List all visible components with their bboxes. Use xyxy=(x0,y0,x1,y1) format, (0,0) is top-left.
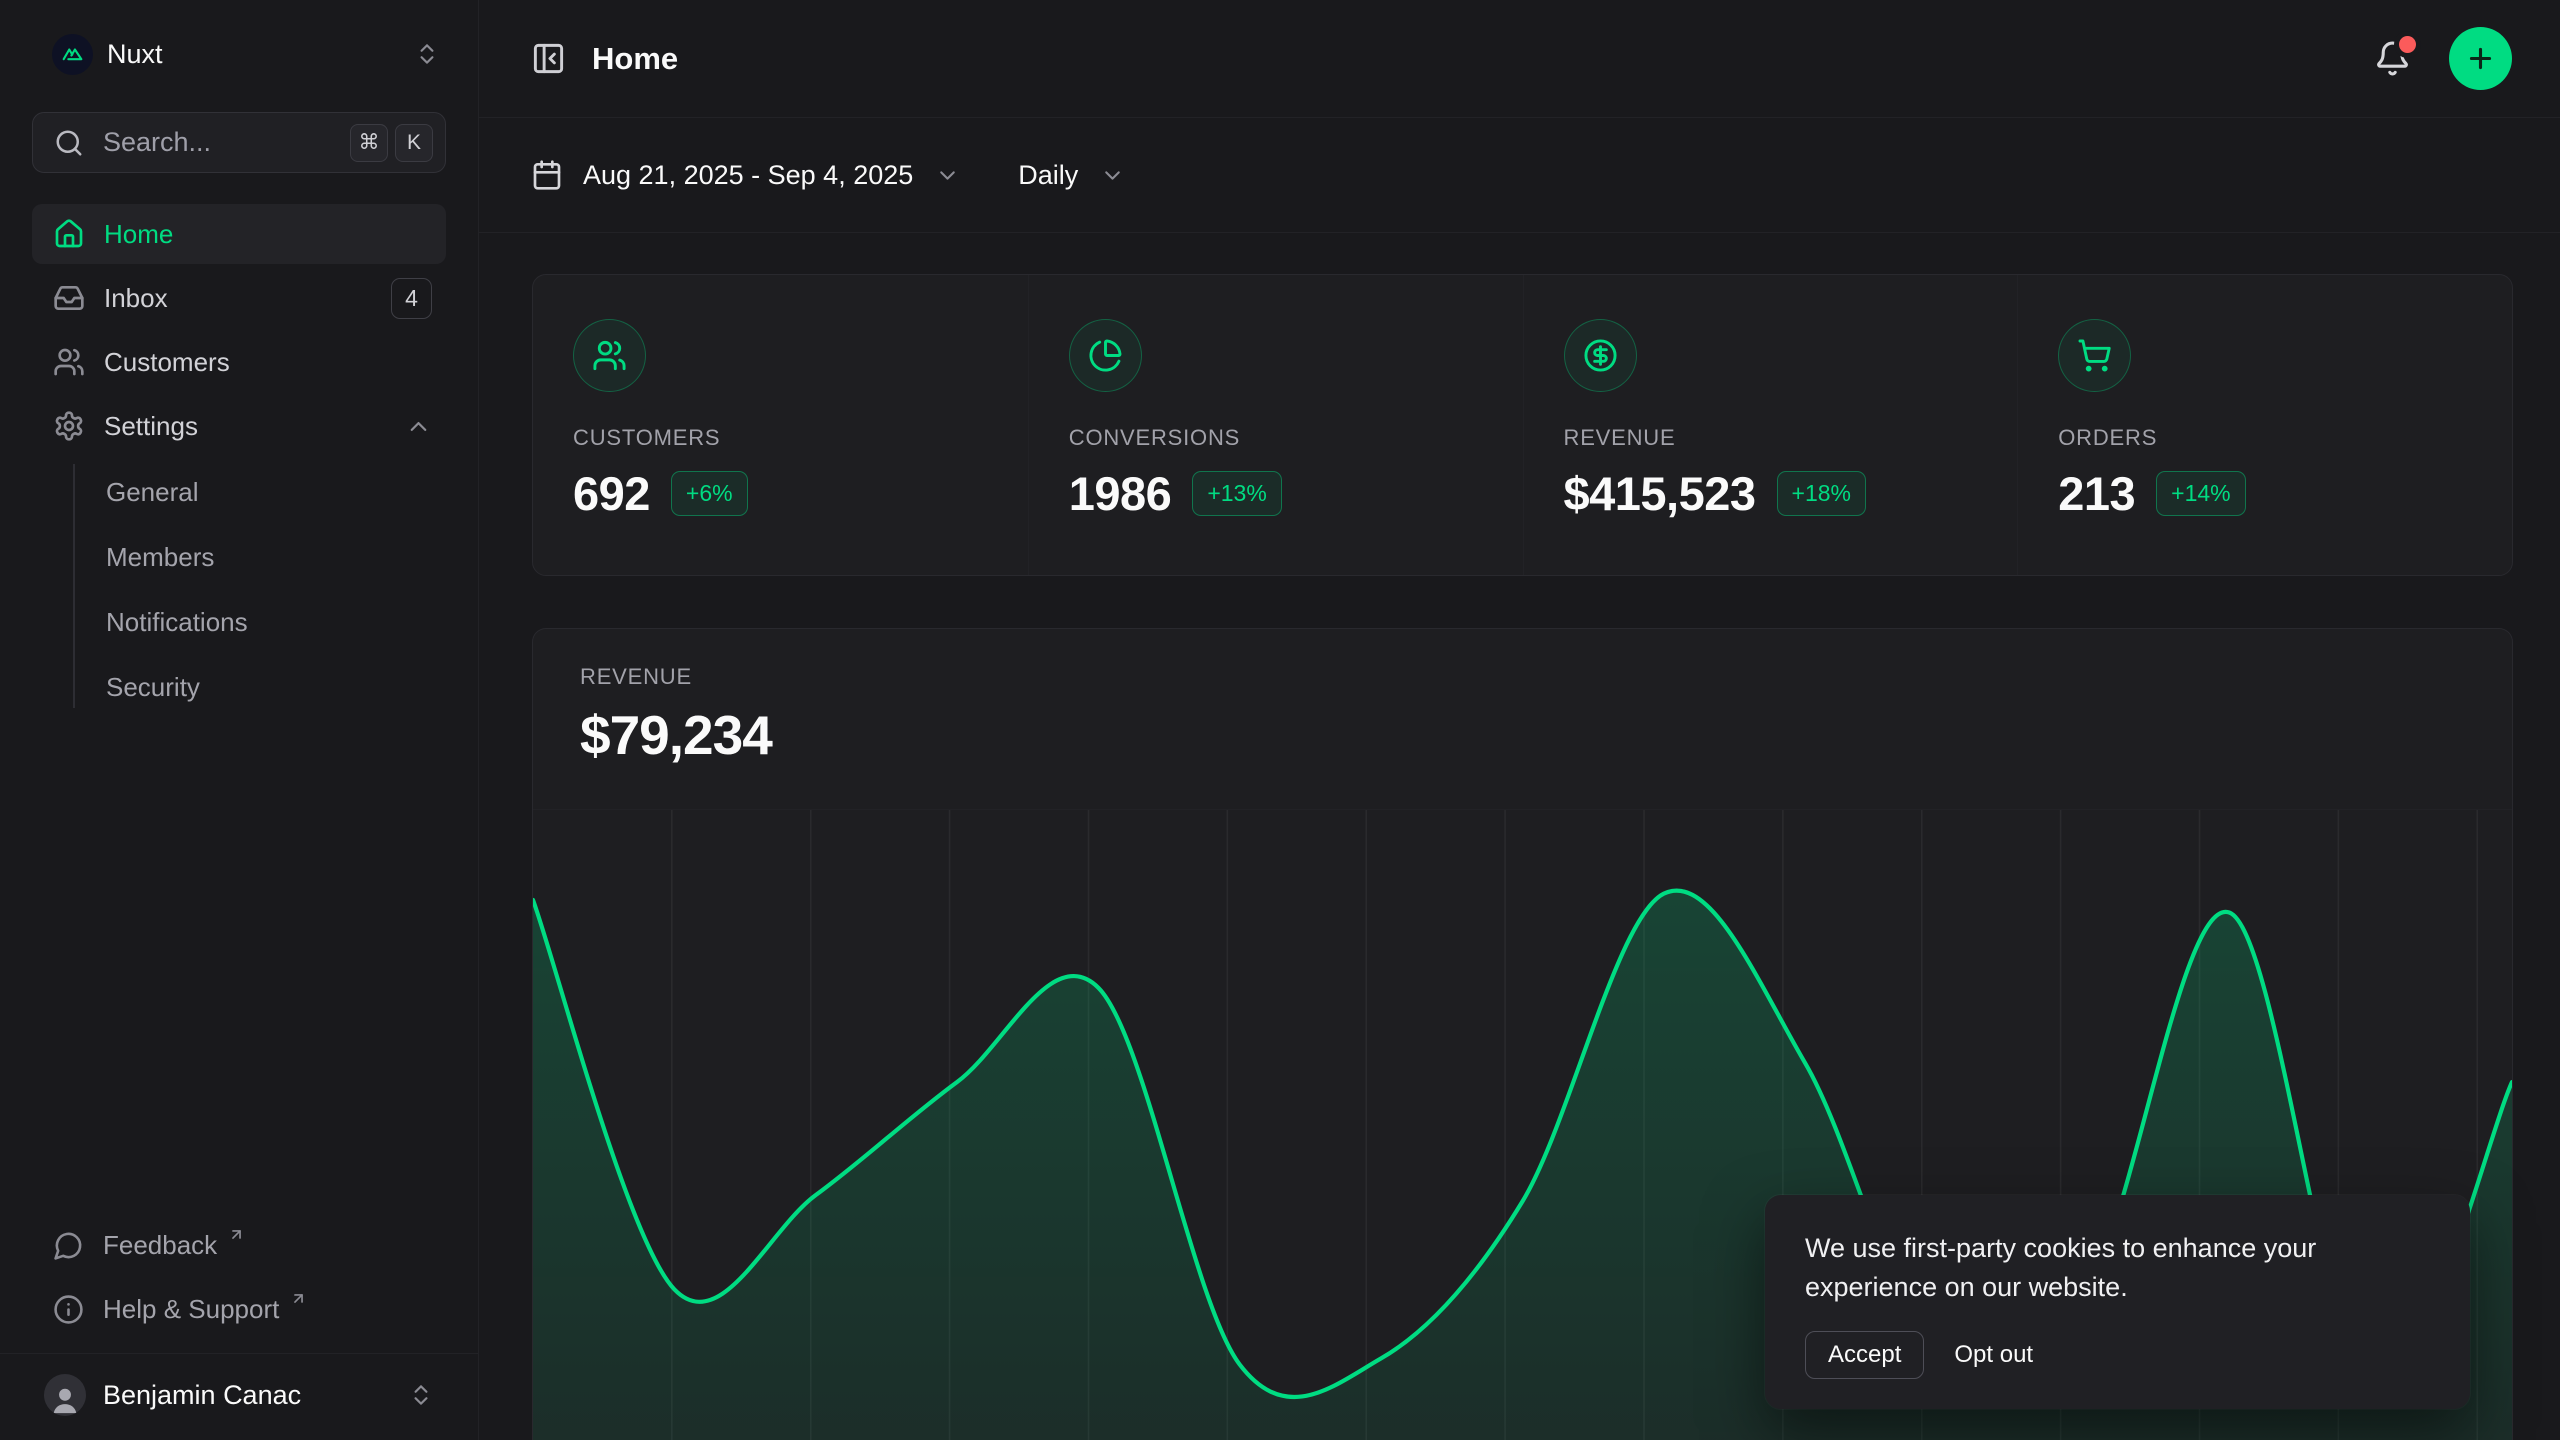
header-actions xyxy=(2374,27,2512,90)
stats-cards: CUSTOMERS 692 +6% CONVERSIONS 1986 +13% xyxy=(532,274,2513,576)
sidebar-spacer xyxy=(32,720,446,1213)
external-link-icon xyxy=(228,1226,245,1243)
sidebar-item-home[interactable]: Home xyxy=(32,204,446,264)
pie-chart-icon xyxy=(1069,319,1142,392)
external-link-icon xyxy=(290,1290,307,1307)
accept-button[interactable]: Accept xyxy=(1805,1331,1924,1379)
sidebar-item-customers[interactable]: Customers xyxy=(32,332,446,392)
add-button[interactable] xyxy=(2449,27,2512,90)
sidebar: Nuxt Search... ⌘ K Home xyxy=(0,0,479,1440)
page-header: Home xyxy=(479,0,2560,118)
stat-value: 1986 xyxy=(1069,466,1172,521)
sidebar-item-inbox[interactable]: Inbox 4 xyxy=(32,268,446,328)
sidebar-item-label: Customers xyxy=(104,347,230,378)
shopping-cart-icon xyxy=(2058,319,2131,392)
feedback-link[interactable]: Feedback xyxy=(32,1213,446,1277)
subnav-guide-line xyxy=(73,464,75,708)
sidebar-item-label: Settings xyxy=(104,411,198,442)
calendar-icon xyxy=(531,159,563,191)
opt-out-button[interactable]: Opt out xyxy=(1950,1332,2037,1378)
users-icon xyxy=(573,319,646,392)
stat-delta-badge: +6% xyxy=(671,471,748,516)
search-kbd-group: ⌘ K xyxy=(350,124,433,162)
sidebar-secondary-nav: Feedback Help & Support xyxy=(32,1213,446,1341)
avatar xyxy=(44,1374,86,1416)
sidebar-item-general[interactable]: General xyxy=(32,460,446,525)
kbd-meta: ⌘ xyxy=(350,124,388,162)
cookie-message: We use first-party cookies to enhance yo… xyxy=(1805,1229,2430,1307)
team-name: Nuxt xyxy=(107,39,163,70)
user-name: Benjamin Canac xyxy=(103,1380,301,1411)
inbox-count-badge: 4 xyxy=(391,278,432,319)
filters-toolbar: Aug 21, 2025 - Sep 4, 2025 Daily xyxy=(479,118,2560,233)
chevron-down-icon xyxy=(1100,163,1125,188)
stat-label: ORDERS xyxy=(2058,425,2472,451)
page-title: Home xyxy=(592,41,678,77)
stat-card-revenue[interactable]: REVENUE $415,523 +18% xyxy=(1523,275,2018,575)
settings-subnav: General Members Notifications Security xyxy=(32,460,446,720)
stat-card-orders[interactable]: ORDERS 213 +14% xyxy=(2017,275,2512,575)
sidebar-item-settings[interactable]: Settings xyxy=(32,396,446,456)
stat-label: CONVERSIONS xyxy=(1069,425,1483,451)
users-icon xyxy=(53,346,85,378)
stat-value: 692 xyxy=(573,466,650,521)
sidebar-item-label: Home xyxy=(104,219,173,250)
stat-delta-badge: +18% xyxy=(1777,471,1866,516)
stat-label: REVENUE xyxy=(1564,425,1978,451)
date-range-label: Aug 21, 2025 - Sep 4, 2025 xyxy=(583,160,913,191)
granularity-label: Daily xyxy=(1018,160,1078,191)
stat-value: 213 xyxy=(2058,466,2135,521)
sidebar-item-security[interactable]: Security xyxy=(32,655,446,720)
circle-dollar-icon xyxy=(1564,319,1637,392)
sidebar-nav: Home Inbox 4 Customers Settings xyxy=(32,204,446,720)
secondary-link-label: Help & Support xyxy=(103,1294,279,1325)
sidebar-item-members[interactable]: Members xyxy=(32,525,446,590)
stat-card-conversions[interactable]: CONVERSIONS 1986 +13% xyxy=(1028,275,1523,575)
cookie-actions: Accept Opt out xyxy=(1805,1331,2430,1379)
inbox-icon xyxy=(53,282,85,314)
home-icon xyxy=(53,218,85,250)
message-bubble-icon xyxy=(53,1230,84,1261)
stat-delta-badge: +13% xyxy=(1192,471,1281,516)
stat-label: CUSTOMERS xyxy=(573,425,988,451)
nuxt-logo-icon xyxy=(52,34,93,75)
stat-value: $415,523 xyxy=(1564,466,1756,521)
search-icon xyxy=(54,128,84,158)
revenue-chart-label: REVENUE xyxy=(580,664,2465,690)
stat-card-customers[interactable]: CUSTOMERS 692 +6% xyxy=(533,275,1028,575)
notifications-button[interactable] xyxy=(2374,40,2411,77)
sidebar-item-notifications[interactable]: Notifications xyxy=(32,590,446,655)
user-menu[interactable]: Benjamin Canac xyxy=(32,1354,446,1426)
chevron-down-icon xyxy=(935,163,960,188)
chevrons-up-down-icon xyxy=(408,1382,434,1408)
sidebar-item-label: Inbox xyxy=(104,283,168,314)
secondary-link-label: Feedback xyxy=(103,1230,217,1261)
plus-icon xyxy=(2465,43,2496,74)
granularity-select[interactable]: Daily xyxy=(1018,160,1125,191)
search-placeholder: Search... xyxy=(103,127,211,158)
help-support-link[interactable]: Help & Support xyxy=(32,1277,446,1341)
chevrons-up-down-icon xyxy=(414,41,440,67)
info-circle-icon xyxy=(53,1294,84,1325)
revenue-chart-header: REVENUE $79,234 xyxy=(533,629,2512,809)
gear-icon xyxy=(53,410,85,442)
date-range-picker[interactable]: Aug 21, 2025 - Sep 4, 2025 xyxy=(531,159,960,191)
search-input[interactable]: Search... ⌘ K xyxy=(32,112,446,173)
stat-delta-badge: +14% xyxy=(2156,471,2245,516)
team-switcher[interactable]: Nuxt xyxy=(32,26,446,82)
cookie-banner: We use first-party cookies to enhance yo… xyxy=(1765,1195,2470,1409)
chevron-up-icon xyxy=(405,413,432,440)
unread-dot xyxy=(2399,36,2416,53)
sidebar-collapse-icon[interactable] xyxy=(531,41,566,76)
revenue-chart-value: $79,234 xyxy=(580,703,2465,767)
kbd-k: K xyxy=(395,124,433,162)
